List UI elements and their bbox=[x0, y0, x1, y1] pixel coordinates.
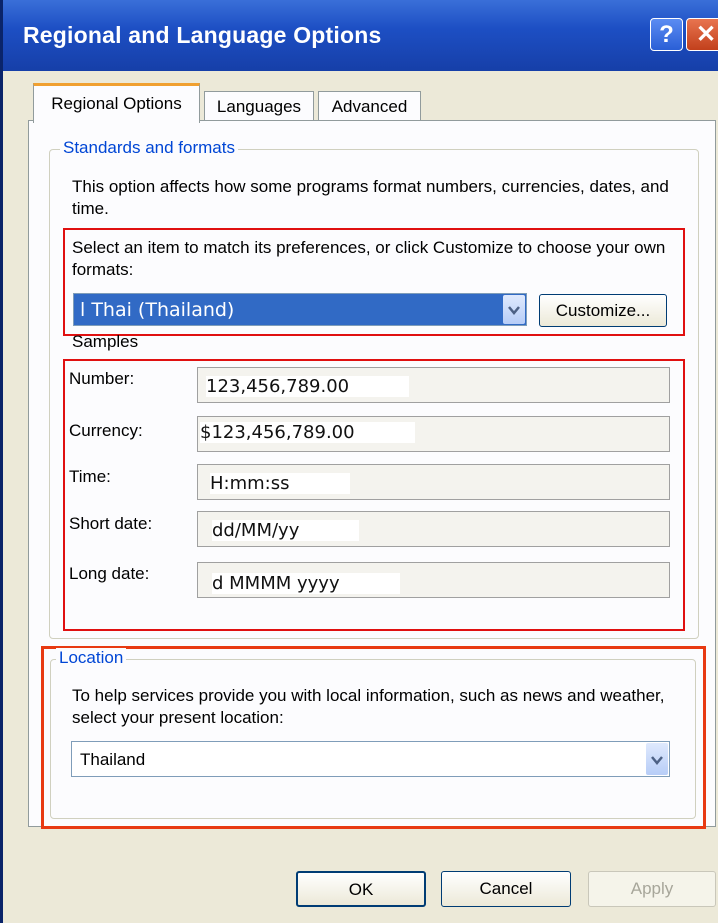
dialog-window: Regional and Language Options ? ✕ Region… bbox=[0, 0, 718, 923]
sample-currency-field: $123,456,789.00 bbox=[197, 416, 670, 452]
location-description: To help services provide you with local … bbox=[72, 686, 665, 727]
sample-long-date-value: d MMMM yyyy bbox=[212, 573, 400, 594]
sample-label-number: Number: bbox=[69, 369, 135, 388]
customize-button[interactable]: Customize... bbox=[539, 294, 667, 327]
format-dropdown[interactable]: l Thai (Thailand) bbox=[73, 293, 527, 326]
location-selected-value: Thailand bbox=[80, 750, 146, 769]
tab-label: Languages bbox=[216, 97, 302, 116]
sample-time-field: H:mm:ss bbox=[197, 464, 670, 500]
tab-label: Regional Options bbox=[51, 94, 182, 113]
sample-label-short-date: Short date: bbox=[69, 514, 153, 533]
location-legend: Location bbox=[56, 648, 127, 668]
samples-heading: Samples bbox=[72, 332, 139, 351]
ok-button[interactable]: OK bbox=[296, 871, 426, 907]
tab-panel: Standards and formats This option affect… bbox=[28, 120, 716, 829]
help-button[interactable]: ? bbox=[650, 18, 683, 51]
tab-label: Advanced bbox=[331, 97, 408, 116]
tab-regional-options[interactable]: Regional Options bbox=[33, 83, 200, 123]
chevron-down-icon[interactable] bbox=[646, 743, 668, 775]
sample-currency-value: $123,456,789.00 bbox=[200, 422, 415, 443]
sample-short-date-field: dd/MM/yy bbox=[197, 511, 670, 547]
sample-label-long-date: Long date: bbox=[69, 564, 150, 583]
sample-long-date-field: d MMMM yyyy bbox=[197, 562, 670, 598]
sample-label-currency: Currency: bbox=[69, 421, 143, 440]
question-mark-icon: ? bbox=[659, 21, 674, 48]
standards-description: This option affects how some programs fo… bbox=[72, 177, 669, 218]
sample-label-time: Time: bbox=[69, 467, 111, 486]
window-title: Regional and Language Options bbox=[23, 22, 382, 48]
close-icon: ✕ bbox=[695, 21, 717, 48]
sample-number-value: 123,456,789.00 bbox=[206, 376, 410, 397]
title-bar[interactable]: Regional and Language Options ? ✕ bbox=[3, 0, 718, 71]
location-group: Location bbox=[50, 648, 696, 819]
apply-button[interactable]: Apply bbox=[588, 871, 716, 907]
close-button[interactable]: ✕ bbox=[686, 18, 718, 51]
sample-number-field: 123,456,789.00 bbox=[197, 367, 670, 403]
sample-time-value: H:mm:ss bbox=[210, 473, 350, 494]
chevron-down-icon[interactable] bbox=[503, 295, 525, 324]
sample-short-date-value: dd/MM/yy bbox=[212, 520, 360, 541]
standards-legend: Standards and formats bbox=[60, 138, 238, 158]
tab-advanced[interactable]: Advanced bbox=[318, 91, 421, 121]
format-select-prompt: Select an item to match its preferences,… bbox=[72, 238, 666, 279]
location-dropdown[interactable]: Thailand bbox=[71, 741, 670, 777]
format-selected-value: l Thai (Thailand) bbox=[80, 299, 235, 321]
cancel-button[interactable]: Cancel bbox=[441, 871, 571, 907]
tab-languages[interactable]: Languages bbox=[204, 91, 314, 121]
